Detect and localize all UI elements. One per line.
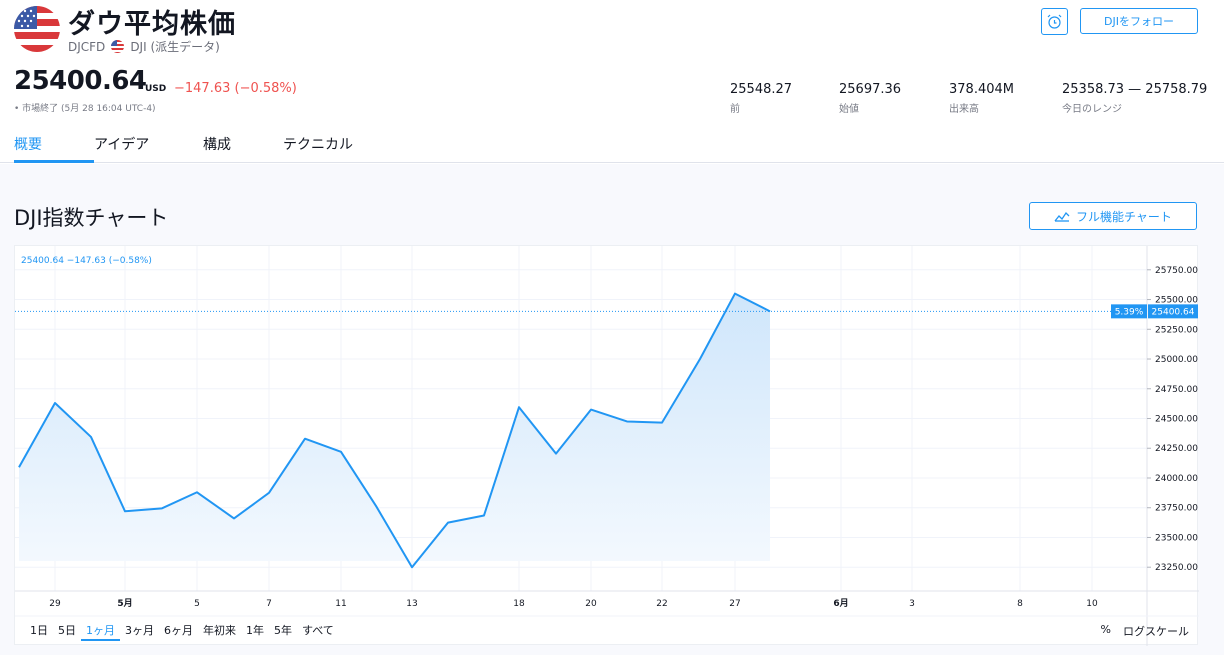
stat-open: 25697.36 始値 (839, 82, 901, 115)
percent-label: 5.39% (1115, 307, 1144, 317)
tab-bar: 概要 アイデア 構成 テクニカル (14, 134, 373, 163)
market-status: • 市場終了 (5月 28 16:04 UTC-4) (14, 104, 156, 114)
range-button[interactable]: 年初来 (198, 623, 241, 641)
chart-legend: 25400.64 −147.63 (−0.58%) (21, 256, 152, 266)
x-tick-label: 27 (729, 599, 740, 609)
tab-components[interactable]: 構成 (203, 134, 283, 163)
y-tick-label: 24000.00 (1155, 474, 1198, 484)
page-title: ダウ平均株価 (68, 9, 236, 40)
stat-label: 出来高 (949, 104, 979, 115)
chart-line-icon (1054, 211, 1070, 222)
x-tick-label: 29 (49, 599, 61, 609)
x-tick-label: 5月 (117, 598, 132, 609)
y-tick-label: 25500.00 (1155, 296, 1198, 306)
x-tick-label: 7 (266, 599, 272, 609)
range-button[interactable]: 3ヶ月 (120, 623, 159, 641)
range-button[interactable]: 5日 (53, 623, 81, 641)
chart-section-title: DJI指数チャート (14, 206, 169, 230)
x-tick-label: 8 (1017, 599, 1023, 609)
stat-value: 25358.73 — 25758.79 (1062, 82, 1208, 97)
last-price: 25400.64 (14, 66, 147, 96)
y-tick-label: 25000.00 (1155, 355, 1198, 365)
x-tick-label: 13 (406, 599, 417, 609)
full-chart-label: フル機能チャート (1076, 209, 1172, 224)
tab-technicals[interactable]: テクニカル (283, 134, 373, 163)
range-button[interactable]: 1年 (241, 623, 269, 641)
y-tick-label: 23750.00 (1155, 504, 1198, 514)
currency-label: USD (145, 84, 167, 94)
exchange-label[interactable]: DJI (派生データ) (130, 38, 220, 55)
price-chart[interactable]: 23250.00 23500.00 23750.00 24000.00 24250.00… (15, 246, 1199, 646)
x-tick-label: 6月 (833, 598, 848, 609)
x-tick-label: 3 (909, 599, 915, 609)
percent-scale-toggle[interactable]: % (1101, 623, 1111, 639)
range-button[interactable]: 5年 (269, 623, 297, 641)
symbol-code: DJCFD (68, 39, 106, 54)
y-tick-label: 23500.00 (1155, 533, 1198, 543)
stat-value: 378.404M (949, 82, 1014, 97)
x-tick-label: 10 (1086, 599, 1098, 609)
stat-day-range: 25358.73 — 25758.79 今日のレンジ (1062, 82, 1207, 115)
tab-ideas[interactable]: アイデア (94, 134, 203, 163)
stat-volume: 378.404M 出来高 (949, 82, 1014, 115)
x-tick-label: 20 (585, 599, 597, 609)
y-tick-label: 25750.00 (1155, 266, 1198, 276)
range-button[interactable]: 6ヶ月 (159, 623, 198, 641)
us-flag-icon (14, 6, 60, 52)
x-tick-label: 22 (656, 599, 667, 609)
price-change: −147.63 (−0.58%) (174, 81, 297, 96)
y-tick-label: 24750.00 (1155, 385, 1198, 395)
x-tick-label: 11 (335, 599, 346, 609)
y-tick-label: 24500.00 (1155, 415, 1198, 425)
log-scale-toggle[interactable]: ログスケール (1123, 623, 1189, 639)
y-tick-label: 23250.00 (1155, 563, 1198, 573)
range-button[interactable]: 1日 (25, 623, 53, 641)
stat-previous-close: 25548.27 前 (730, 82, 792, 115)
x-tick-label: 18 (513, 599, 525, 609)
add-alert-button[interactable] (1041, 8, 1068, 35)
y-tick-label: 25250.00 (1155, 325, 1198, 335)
tab-overview[interactable]: 概要 (14, 134, 94, 163)
symbol-header: ダウ平均株価 DJCFD DJI (派生データ) DJIをフォロー 25400.… (0, 0, 1224, 163)
stat-value: 25548.27 (730, 82, 793, 97)
follow-button[interactable]: DJIをフォロー (1080, 8, 1198, 34)
last-value-label: 25400.64 (1152, 307, 1195, 317)
range-button[interactable]: 1ヶ月 (81, 623, 120, 641)
alarm-clock-icon (1047, 14, 1062, 29)
stat-label: 今日のレンジ (1062, 104, 1122, 115)
scale-options: % ログスケール (1101, 623, 1189, 639)
stat-label: 始値 (839, 104, 859, 115)
us-flag-small-icon (111, 40, 125, 53)
range-button[interactable]: すべて (297, 623, 339, 641)
chart-card[interactable]: 23250.00 23500.00 23750.00 24000.00 24250.00… (14, 245, 1199, 646)
stat-value: 25697.36 (839, 82, 902, 97)
symbol-subtitle: DJCFD DJI (派生データ) (68, 38, 220, 55)
stat-label: 前 (730, 104, 740, 115)
area-fill (19, 293, 770, 568)
x-tick-label: 5 (194, 599, 200, 609)
chart-section: DJI指数チャート フル機能チャート 23250.00 23500.00 23750… (0, 164, 1224, 655)
y-tick-label: 24250.00 (1155, 444, 1198, 454)
full-chart-button[interactable]: フル機能チャート (1029, 202, 1197, 230)
range-selector: 1日 5日 1ヶ月 3ヶ月 6ヶ月 年初来 1年 5年 すべて (25, 623, 339, 641)
